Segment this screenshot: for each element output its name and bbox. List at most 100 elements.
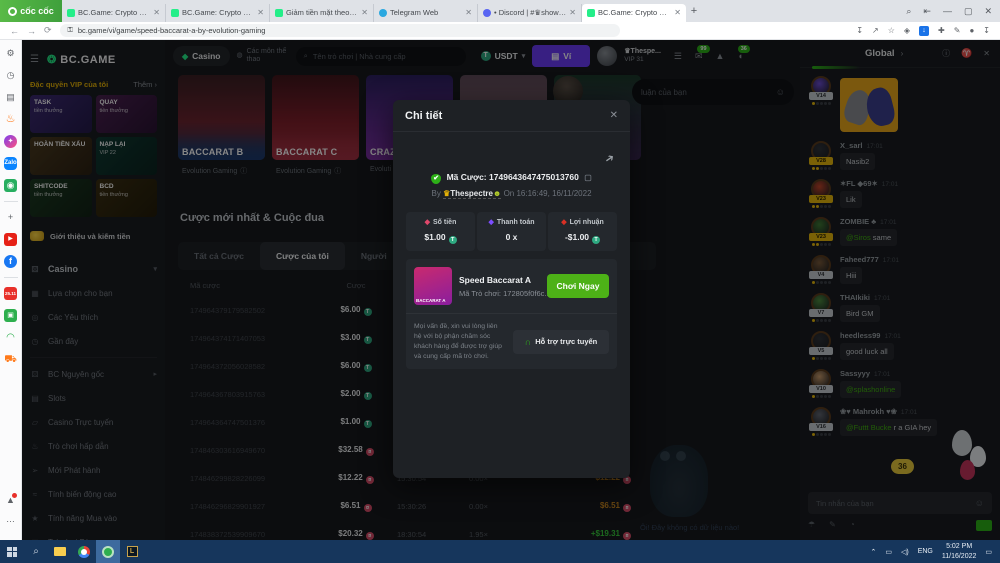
new-tab-button[interactable]: + xyxy=(686,5,702,17)
tab-close-icon[interactable]: ✕ xyxy=(257,8,264,17)
downloads-tray-icon[interactable]: ↧ xyxy=(983,26,990,36)
tab-title: Giảm tiền mặt theo tiến hóa! xyxy=(286,8,358,17)
tab-close-icon[interactable]: ✕ xyxy=(674,8,681,17)
taskbar-search-icon[interactable]: ⌕ xyxy=(24,540,48,563)
toolbar-icons: ↧ ↗ ☆ ◈ ↓ ✚ ✎ ● ↧ xyxy=(856,26,990,36)
hot-icon[interactable]: ♨ xyxy=(4,113,17,126)
settings-icon[interactable]: ⚙ xyxy=(4,47,17,60)
taskbar-clock[interactable]: 5:02 PM 11/16/2022 xyxy=(942,542,977,560)
wallet-icon: ◆ xyxy=(488,219,493,226)
browser-tab[interactable]: BC.Game: Crypto Casino Gan✕ xyxy=(166,4,270,22)
divider xyxy=(4,277,18,278)
tab-title: BC.Game: Crypto Casino Gan xyxy=(182,8,254,17)
discord-favicon-icon xyxy=(483,9,491,17)
bet-username[interactable]: ♛Thespectre☻ xyxy=(443,189,501,199)
stat-value: 0 x xyxy=(477,232,546,242)
tab-close-icon[interactable]: ✕ xyxy=(465,8,472,17)
bookmark-star-icon[interactable]: ☆ xyxy=(888,26,895,36)
tray-chevron-icon[interactable]: ⌃ xyxy=(870,548,876,556)
game-info-panel: BACCARAT A Speed Baccarat A Mã Trò chơi:… xyxy=(406,259,617,369)
pin-tabs-icon[interactable]: ⇤ xyxy=(923,6,931,17)
coccoc-logo-icon xyxy=(8,7,17,16)
extension-icon[interactable]: ✚ xyxy=(938,26,945,36)
more-icon[interactable]: … xyxy=(6,514,15,524)
profile-pen-icon[interactable]: ✎ xyxy=(954,26,961,36)
tab-title: Telegram Web xyxy=(390,8,462,17)
stat-label: ◆Lợi nhuận xyxy=(548,218,617,226)
save-page-icon[interactable]: ↧ xyxy=(856,26,863,36)
stat-l-i-nhu-n: ◆Lợi nhuận-$1.00T xyxy=(548,212,617,251)
taskbar-time: 5:02 PM xyxy=(946,543,972,550)
hat-icon[interactable]: ◠ xyxy=(4,331,17,344)
telegram-favicon-icon xyxy=(379,9,387,17)
facebook-icon[interactable]: f xyxy=(4,255,17,268)
adblock-shield-icon[interactable]: ◈ xyxy=(904,26,910,36)
notifications-bell-icon[interactable]: ▲ xyxy=(6,495,15,505)
browser-menu-button[interactable]: cốc cốc xyxy=(0,0,62,22)
bet-datetime: 16:16:49, 16/11/2022 xyxy=(516,189,591,198)
chips-icon: ◆ xyxy=(561,219,566,226)
shopee-bag-icon[interactable]: ▣ xyxy=(4,309,17,322)
bcgame-favicon-icon xyxy=(587,9,595,17)
forward-icon[interactable]: → xyxy=(27,26,36,36)
coccoc-taskbar-icon[interactable] xyxy=(96,540,120,563)
youtube-icon[interactable]: ▶ xyxy=(4,233,17,246)
tab-close-icon[interactable]: ✕ xyxy=(153,8,160,17)
action-center-icon[interactable]: ▭ xyxy=(985,548,992,556)
windows-taskbar: ⌕ L ⌃ ▭ ◁) ENG 5:02 PM 11/16/2022 ▭ xyxy=(0,540,1000,563)
network-icon[interactable]: ▭ xyxy=(885,548,892,556)
stat-value: $1.00T xyxy=(406,232,475,244)
url-field[interactable]: ⚿ bc.game/vi/game/speed-baccarat-a-by-ev… xyxy=(60,24,620,37)
league-of-legends-icon[interactable]: L xyxy=(120,540,144,563)
verified-shield-icon: ✔ xyxy=(431,174,441,184)
game-thumbnail[interactable]: BACCARAT A xyxy=(414,267,452,305)
account-icon[interactable]: ● xyxy=(969,26,974,36)
browser-tab[interactable]: Telegram Web✕ xyxy=(374,4,478,22)
reload-icon[interactable]: ⟳ xyxy=(44,25,52,36)
add-icon[interactable]: + xyxy=(4,211,17,224)
games-icon[interactable]: ◉ xyxy=(4,179,17,192)
browser-tab[interactable]: BC.Game: Crypto Casino Gan✕ xyxy=(582,4,686,22)
tab-close-icon[interactable]: ✕ xyxy=(569,8,576,17)
cart-icon[interactable]: ⛟ xyxy=(4,353,17,366)
notification-dot xyxy=(12,493,17,498)
bet-id-value: 1749643647475013760 xyxy=(489,172,579,182)
reading-list-icon[interactable]: ▤ xyxy=(4,91,17,104)
browser-address-bar: ← → ⟳ ⚿ bc.game/vi/game/speed-baccarat-a… xyxy=(0,22,1000,40)
sale-2511-icon[interactable]: 25.11 xyxy=(4,287,17,300)
cool-emoji-icon: ☻ xyxy=(493,189,501,198)
maximize-button[interactable]: ▢ xyxy=(964,6,973,17)
game-title: Speed Baccarat A xyxy=(459,275,540,285)
modal-close-icon[interactable]: ✕ xyxy=(610,110,618,121)
file-explorer-icon[interactable] xyxy=(48,540,72,563)
close-button[interactable]: ✕ xyxy=(984,6,992,17)
tab-search-icon[interactable]: ⌕ xyxy=(906,6,911,17)
zalo-icon[interactable]: Zalo xyxy=(4,157,17,170)
history-icon[interactable]: ◷ xyxy=(4,69,17,82)
volume-icon[interactable]: ◁) xyxy=(901,548,909,556)
bcgame-favicon-icon xyxy=(171,9,179,17)
minimize-button[interactable]: — xyxy=(943,6,952,16)
language-indicator[interactable]: ENG xyxy=(918,548,933,555)
taskbar-date: 11/16/2022 xyxy=(942,553,977,560)
start-button[interactable] xyxy=(0,540,24,563)
live-support-button[interactable]: ∩ Hỗ trợ trực tuyến xyxy=(513,330,609,354)
browser-tab[interactable]: Giảm tiền mặt theo tiến hóa!✕ xyxy=(270,4,374,22)
back-icon[interactable]: ← xyxy=(10,26,19,36)
tab-title: BC.Game: Crypto Casino Gan xyxy=(78,8,150,17)
chrome-icon[interactable] xyxy=(72,540,96,563)
messenger-icon[interactable]: ✦ xyxy=(4,135,17,148)
download-manager-icon[interactable]: ↓ xyxy=(919,26,929,36)
browser-tab-strip: BC.Game: Crypto Casino Gan✕BC.Game: Cryp… xyxy=(62,1,686,22)
browser-tab-bar: cốc cốc BC.Game: Crypto Casino Gan✕BC.Ga… xyxy=(0,0,1000,22)
browser-tab[interactable]: • Discord | #♛show-off-you✕ xyxy=(478,4,582,22)
share-icon[interactable]: ➔ xyxy=(602,151,617,167)
support-text: Mọi vấn đề, xin vui lòng liên hệ với bộ … xyxy=(414,322,505,361)
copy-icon[interactable]: ▢ xyxy=(584,173,592,182)
bet-id-row: ✔ Mã Cược: 1749643647475013760 ▢ xyxy=(393,172,630,184)
play-now-button[interactable]: Chơi Ngay xyxy=(547,274,609,298)
tab-close-icon[interactable]: ✕ xyxy=(361,8,368,17)
share-icon[interactable]: ↗ xyxy=(872,26,879,36)
bet-stats: ◆Số tiền$1.00T◆Thanh toán0 x◆Lợi nhuận-$… xyxy=(406,212,617,251)
browser-tab[interactable]: BC.Game: Crypto Casino Gan✕ xyxy=(62,4,166,22)
